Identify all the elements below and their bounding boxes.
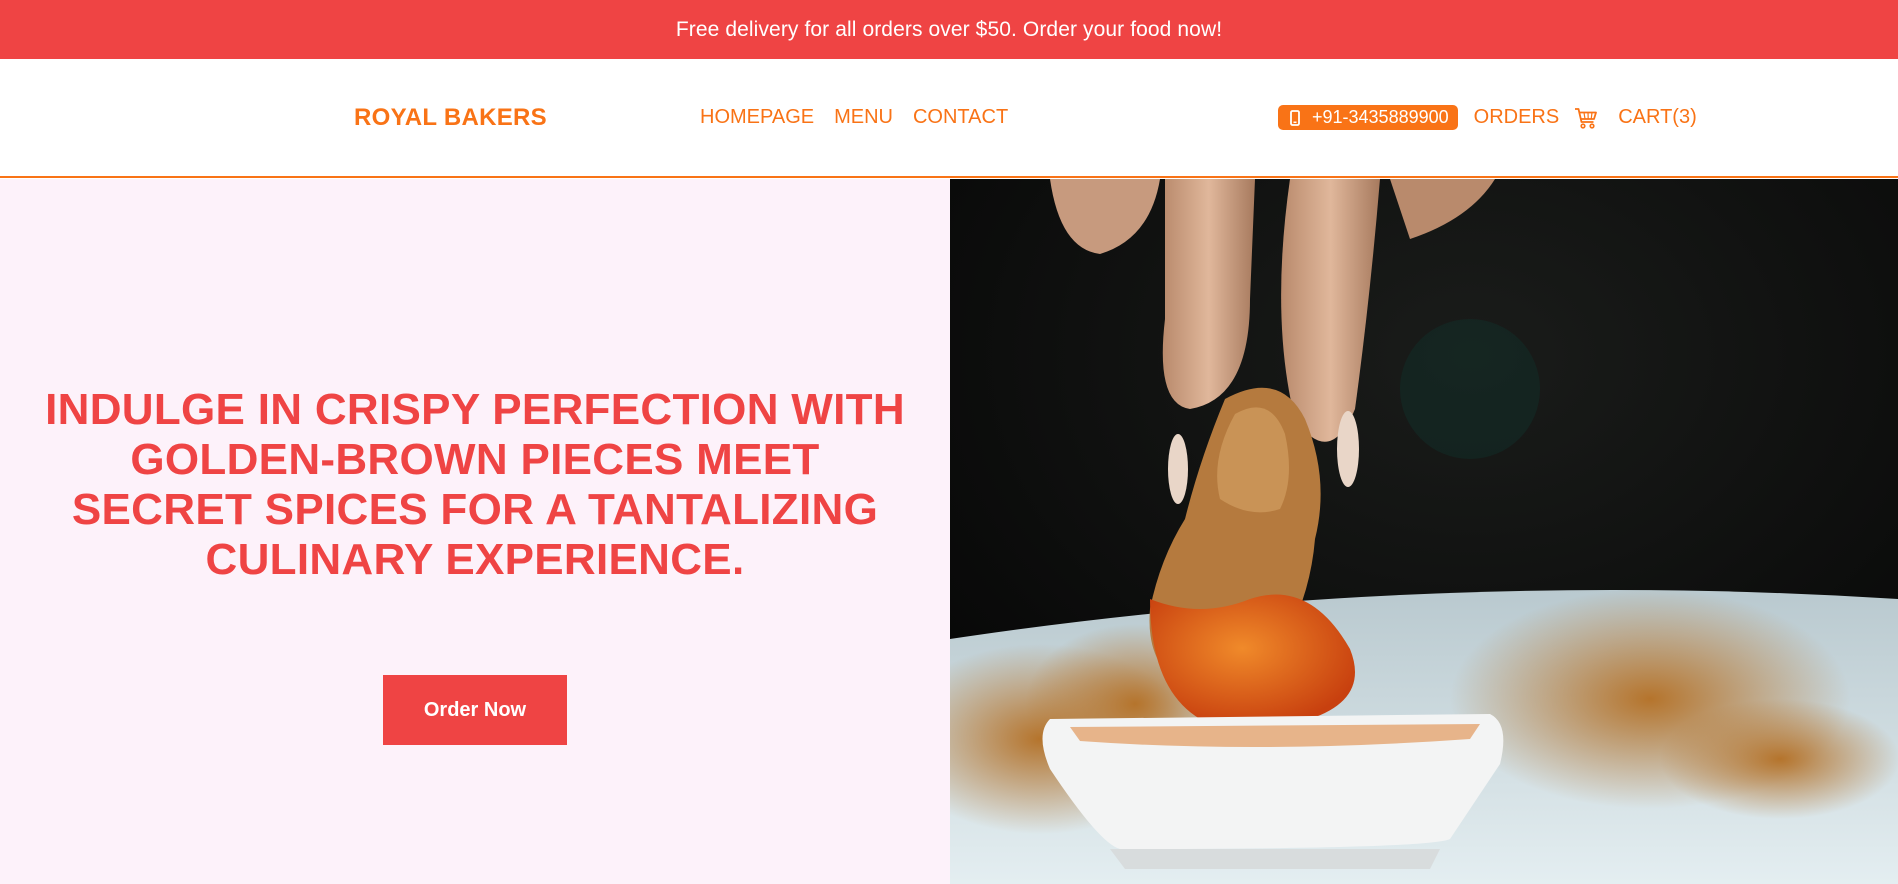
order-now-button[interactable]: Order Now [383,675,567,745]
phone-number: +91-3435889900 [1312,107,1449,127]
site-header: ROYAL BAKERS HOMEPAGE MENU CONTACT +91-3… [0,59,1898,178]
cart-icon[interactable] [1574,106,1598,130]
hero-image [950,179,1898,884]
brand-logo[interactable]: ROYAL BAKERS [354,59,547,176]
main-nav: HOMEPAGE MENU CONTACT [700,59,1008,176]
nav-contact[interactable]: CONTACT [913,106,1008,129]
announcement-text: Free delivery for all orders over $50. O… [675,17,1223,41]
nav-homepage[interactable]: HOMEPAGE [700,106,814,129]
hero-text-panel: INDULGE IN CRISPY PERFECTION WITH GOLDEN… [0,179,950,884]
nav-orders[interactable]: ORDERS [1474,106,1560,129]
nav-menu[interactable]: MENU [834,106,893,129]
phone-badge[interactable]: +91-3435889900 [1278,105,1458,130]
phone-icon [1288,109,1302,127]
hero-title: INDULGE IN CRISPY PERFECTION WITH GOLDEN… [45,385,905,584]
header-actions: +91-3435889900 ORDERS CART(3) [1278,59,1697,176]
nav-cart[interactable]: CART(3) [1618,106,1697,129]
announcement-bar: Free delivery for all orders over $50. O… [0,0,1898,59]
